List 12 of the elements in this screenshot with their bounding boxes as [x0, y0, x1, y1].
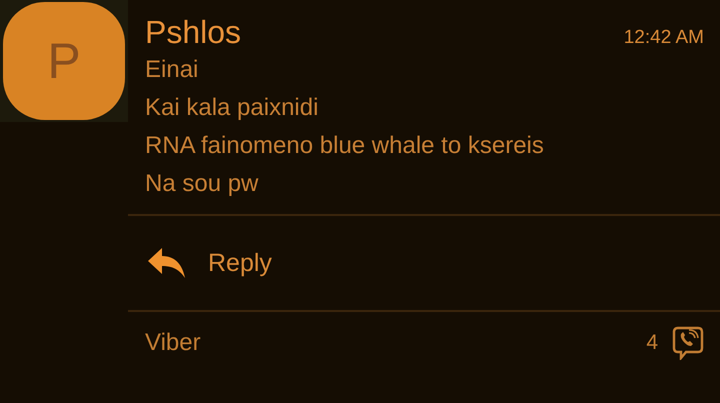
message-line: Einai — [145, 55, 200, 85]
message-line: RNA fainomeno blue whale to ksereis — [145, 131, 545, 161]
message-count: 4 — [646, 331, 658, 355]
app-name: Viber — [145, 329, 201, 357]
message-line: Kai kala paixnidi — [145, 93, 320, 123]
reply-arrow-icon — [148, 247, 186, 279]
phone-chat-icon — [672, 326, 704, 360]
reply-button[interactable]: Reply — [128, 216, 720, 310]
message-line: Na sou pw — [145, 169, 260, 199]
message-time: 12:42 AM — [624, 27, 704, 49]
avatar: P — [3, 2, 125, 120]
sender-name: Pshlos — [145, 14, 242, 51]
